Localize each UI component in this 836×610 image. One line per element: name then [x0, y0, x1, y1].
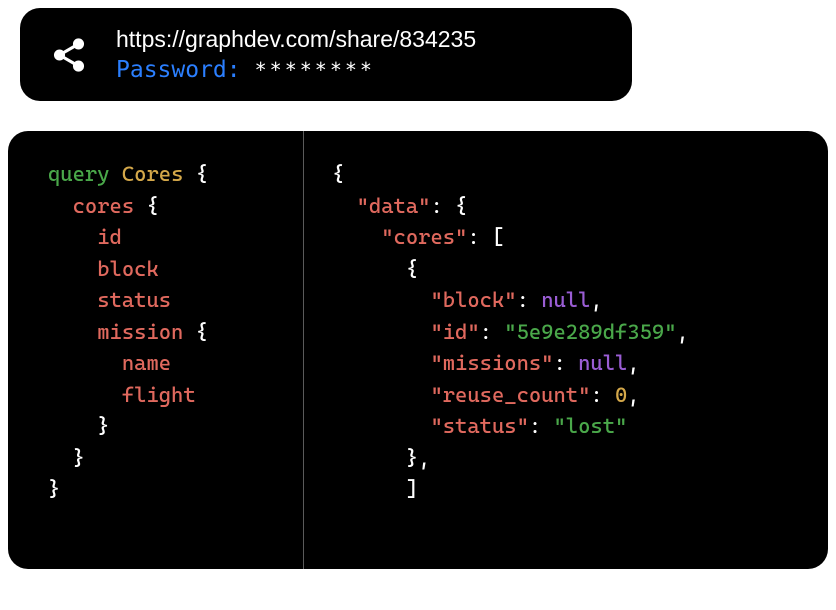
- query-code: query Cores { cores { id block status mi…: [48, 159, 281, 506]
- share-content: https://graphdev.com/share/834235 Passwo…: [116, 26, 476, 83]
- password-value[interactable]: ********: [255, 58, 375, 82]
- share-icon[interactable]: [50, 36, 88, 74]
- response-code: { "data": { "cores": [ { "block": null, …: [332, 159, 806, 506]
- share-panel: https://graphdev.com/share/834235 Passwo…: [20, 8, 632, 101]
- response-pane[interactable]: { "data": { "cores": [ { "block": null, …: [304, 131, 828, 569]
- query-pane[interactable]: query Cores { cores { id block status mi…: [8, 131, 304, 569]
- password-row: Password: ********: [116, 57, 476, 83]
- password-label: Password:: [116, 57, 241, 83]
- code-panel: query Cores { cores { id block status mi…: [8, 131, 828, 569]
- share-url[interactable]: https://graphdev.com/share/834235: [116, 26, 476, 53]
